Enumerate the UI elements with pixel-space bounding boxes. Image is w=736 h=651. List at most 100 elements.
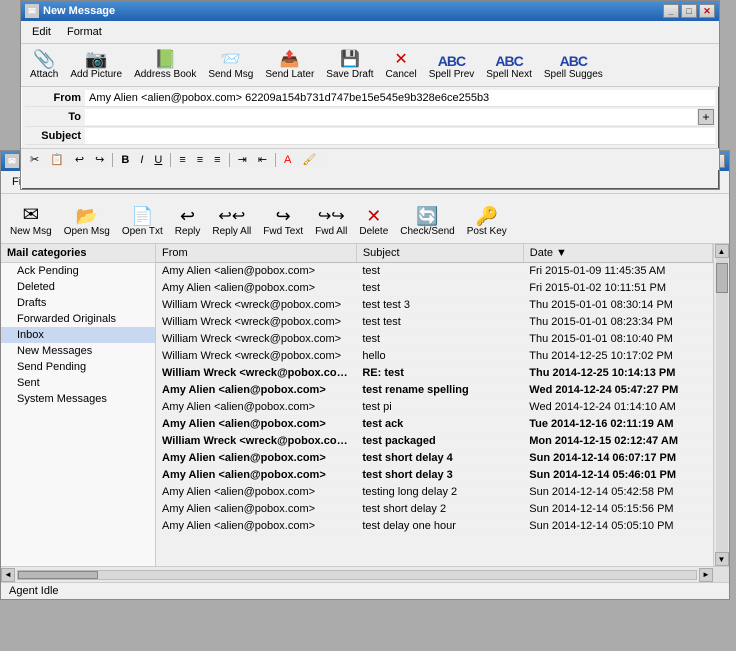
send-later-button[interactable]: 📤 Send Later xyxy=(260,49,319,83)
subject-input[interactable] xyxy=(85,128,715,144)
new-msg-button[interactable]: ✉ New Msg xyxy=(5,202,57,240)
send-msg-button[interactable]: 📨 Send Msg xyxy=(203,49,258,83)
format-align-center-button[interactable]: ≡ xyxy=(192,152,208,168)
sidebar-item-system[interactable]: System Messages xyxy=(1,391,155,407)
compose-minimize-button[interactable]: _ xyxy=(663,4,679,18)
compose-maximize-button[interactable]: □ xyxy=(681,4,697,18)
table-row[interactable]: Amy Alien <alien@pobox.com>test short de… xyxy=(156,450,713,467)
post-key-button[interactable]: 🔑 Post Key xyxy=(462,204,512,240)
h-scroll-right-arrow[interactable]: ► xyxy=(699,568,713,582)
format-bold-button[interactable]: B xyxy=(116,152,134,168)
table-row[interactable]: William Wreck <wreck@pobox.com>testThu 2… xyxy=(156,331,713,348)
format-cut-button[interactable]: ✂ xyxy=(25,151,44,168)
email-subject: test xyxy=(356,331,523,348)
sidebar-item-inbox[interactable]: Inbox xyxy=(1,327,155,343)
spell-suggest-button[interactable]: ABC Spell Sugges xyxy=(539,51,608,83)
format-color-button[interactable]: A xyxy=(279,152,296,168)
scroll-track[interactable] xyxy=(716,258,728,552)
sidebar-item-sent[interactable]: Sent xyxy=(1,375,155,391)
check-send-button[interactable]: 🔄 Check/Send xyxy=(395,204,459,240)
format-sep-1 xyxy=(112,153,113,167)
address-book-button[interactable]: 📗 Address Book xyxy=(129,47,201,83)
cancel-button[interactable]: ✕ Cancel xyxy=(381,49,422,83)
email-subject: test short delay 2 xyxy=(356,501,523,518)
h-scroll-thumb[interactable] xyxy=(18,571,98,579)
table-row[interactable]: William Wreck <wreck@pobox.com>test pack… xyxy=(156,433,713,450)
table-row[interactable]: Amy Alien <alien@pobox.com>test rename s… xyxy=(156,382,713,399)
sidebar-item-deleted[interactable]: Deleted xyxy=(1,279,155,295)
scroll-down-arrow[interactable]: ▼ xyxy=(715,552,729,566)
email-from: William Wreck <wreck@pobox.com> xyxy=(156,297,356,314)
email-subject: test pi xyxy=(356,399,523,416)
table-row[interactable]: William Wreck <wreck@pobox.com>helloThu … xyxy=(156,348,713,365)
column-from[interactable]: From xyxy=(156,244,356,263)
attach-button[interactable]: 📎 Attach xyxy=(25,47,63,83)
compose-close-button[interactable]: ✕ xyxy=(699,4,715,18)
mail-list[interactable]: From Subject Date ▼ Amy Alien <alien@pob… xyxy=(156,244,713,566)
fwd-all-button[interactable]: ↪↪ Fwd All xyxy=(310,206,352,240)
reply-button[interactable]: ↩ Reply xyxy=(170,204,206,240)
format-align-right-button[interactable]: ≡ xyxy=(209,152,225,168)
column-date[interactable]: Date ▼ xyxy=(523,244,712,263)
delete-button[interactable]: ✕ Delete xyxy=(354,204,393,240)
format-undo-button[interactable]: ↩ xyxy=(70,151,89,168)
sidebar-item-ack-pending[interactable]: Ack Pending xyxy=(1,263,155,279)
table-row[interactable]: William Wreck <wreck@pobox.com>test test… xyxy=(156,297,713,314)
cancel-icon: ✕ xyxy=(394,52,407,68)
fwd-all-label: Fwd All xyxy=(315,226,347,237)
table-row[interactable]: Amy Alien <alien@pobox.com>test ackTue 2… xyxy=(156,416,713,433)
spell-prev-button[interactable]: ABC Spell Prev xyxy=(424,51,480,83)
table-row[interactable]: William Wreck <wreck@pobox.com>RE: testT… xyxy=(156,365,713,382)
sidebar-item-drafts[interactable]: Drafts xyxy=(1,295,155,311)
format-highlight-button[interactable]: 🖌 xyxy=(297,151,321,168)
reply-all-button[interactable]: ↩↩ Reply All xyxy=(207,206,256,240)
to-plus-button[interactable]: + xyxy=(698,109,714,125)
mail-h-scrollbar: ◄ ► xyxy=(1,566,729,582)
sidebar-item-new-messages[interactable]: New Messages xyxy=(1,343,155,359)
format-underline-button[interactable]: U xyxy=(149,152,167,168)
email-date: Tue 2014-12-16 02:11:19 AM xyxy=(523,416,712,433)
table-row[interactable]: Amy Alien <alien@pobox.com>test delay on… xyxy=(156,518,713,535)
table-row[interactable]: Amy Alien <alien@pobox.com>testFri 2015-… xyxy=(156,263,713,280)
spell-next-button[interactable]: ABC Spell Next xyxy=(481,51,537,83)
fwd-text-button[interactable]: ↪ Fwd Text xyxy=(258,204,308,240)
sidebar-item-forwarded[interactable]: Forwarded Originals xyxy=(1,311,155,327)
mail-table-header: From Subject Date ▼ xyxy=(156,244,713,263)
email-date: Wed 2014-12-24 01:14:10 AM xyxy=(523,399,712,416)
open-txt-button[interactable]: 📄 Open Txt xyxy=(117,204,168,240)
scroll-up-arrow[interactable]: ▲ xyxy=(715,244,729,258)
format-redo-button[interactable]: ↪ xyxy=(90,151,109,168)
scroll-thumb[interactable] xyxy=(716,263,728,293)
table-row[interactable]: Amy Alien <alien@pobox.com>test short de… xyxy=(156,467,713,484)
add-picture-button[interactable]: 📷 Add Picture xyxy=(65,47,127,83)
save-draft-label: Save Draft xyxy=(326,69,373,80)
table-row[interactable]: Amy Alien <alien@pobox.com>testing long … xyxy=(156,484,713,501)
to-row: To + xyxy=(25,108,715,127)
table-row[interactable]: William Wreck <wreck@pobox.com>test test… xyxy=(156,314,713,331)
format-align-left-button[interactable]: ≡ xyxy=(174,152,190,168)
compose-window: ✉ New Message _ □ ✕ Edit Format 📎 Attach… xyxy=(20,0,720,190)
h-scroll-track[interactable] xyxy=(17,570,697,580)
mail-list-scrollbar: ▲ ▼ xyxy=(713,244,729,566)
compose-menu-format[interactable]: Format xyxy=(60,23,109,41)
subject-row: Subject xyxy=(25,128,715,145)
h-scroll-left-arrow[interactable]: ◄ xyxy=(1,568,15,582)
compose-menu-edit[interactable]: Edit xyxy=(25,23,58,41)
save-draft-button[interactable]: 💾 Save Draft xyxy=(321,49,378,83)
sidebar-item-send-pending[interactable]: Send Pending xyxy=(1,359,155,375)
format-italic-button[interactable]: I xyxy=(135,152,148,168)
to-input[interactable] xyxy=(85,109,697,125)
attach-label: Attach xyxy=(30,69,58,80)
send-later-icon: 📤 xyxy=(280,52,300,68)
table-row[interactable]: Amy Alien <alien@pobox.com>test short de… xyxy=(156,501,713,518)
table-row[interactable]: Amy Alien <alien@pobox.com>test piWed 20… xyxy=(156,399,713,416)
format-outdent-button[interactable]: ⇤ xyxy=(253,151,272,168)
format-copy-button[interactable]: 📋 xyxy=(45,151,69,168)
table-row[interactable]: Amy Alien <alien@pobox.com>testFri 2015-… xyxy=(156,280,713,297)
column-subject[interactable]: Subject xyxy=(356,244,523,263)
email-from: Amy Alien <alien@pobox.com> xyxy=(156,263,356,280)
open-msg-button[interactable]: 📂 Open Msg xyxy=(59,204,115,240)
compose-toolbar: 📎 Attach 📷 Add Picture 📗 Address Book 📨 … xyxy=(21,44,719,87)
format-indent-button[interactable]: ⇥ xyxy=(233,151,252,168)
format-sep-3 xyxy=(229,153,230,167)
